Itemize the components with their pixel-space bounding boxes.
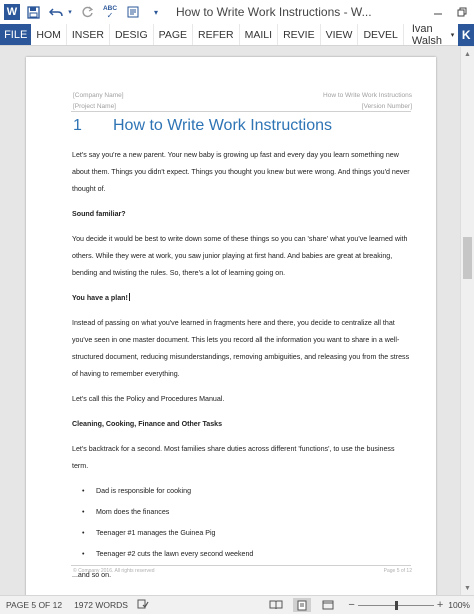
header-doc-title: How to Write Work Instructions: [323, 92, 412, 99]
status-bar: PAGE 5 OF 12 1972 WORDS − + 100%: [0, 595, 474, 614]
web-layout-icon[interactable]: [319, 598, 337, 612]
heading-1: 1 How to Write Work Instructions: [73, 117, 332, 135]
word-count[interactable]: 1972 WORDS: [68, 600, 134, 610]
restore-icon[interactable]: [450, 0, 474, 24]
zoom-percentage[interactable]: 100%: [446, 600, 474, 610]
document-workspace: [Company Name] [Project Name] How to Wri…: [0, 47, 460, 595]
footer-divider: [71, 565, 411, 566]
minimize-icon[interactable]: [426, 0, 450, 24]
zoom-control: − + 100%: [345, 599, 474, 611]
quick-access-toolbar: W ▾ ABC ✓ ▾: [0, 0, 166, 24]
footer-copyright: © Company 2016. All rights reserved: [73, 568, 155, 574]
list-item: Mom does the finances: [72, 504, 412, 521]
tab-references[interactable]: REFER: [193, 24, 240, 45]
scroll-up-icon[interactable]: ▲: [461, 48, 474, 60]
list-item: Teenager #2 cuts the lawn every second w…: [72, 546, 412, 563]
tab-mailings[interactable]: MAILI: [240, 24, 279, 45]
app-badge-icon[interactable]: K: [458, 24, 474, 46]
user-account[interactable]: Ivan Walsh ▾: [408, 22, 458, 47]
word-window: W ▾ ABC ✓ ▾ How to Write Work Instruction…: [0, 0, 474, 614]
vertical-scrollbar[interactable]: ▲ ▼: [460, 47, 474, 595]
subheading: Sound familiar?: [72, 210, 126, 218]
heading-text: How to Write Work Instructions: [113, 117, 333, 134]
tab-developer[interactable]: DEVEL: [358, 24, 404, 45]
subheading: You have a plan!: [72, 290, 412, 307]
read-mode-icon[interactable]: [267, 598, 285, 612]
tab-review[interactable]: REVIE: [278, 24, 321, 45]
bullet-list: Dad is responsible for cooking Mom does …: [72, 483, 412, 563]
tab-home[interactable]: HOM: [31, 24, 67, 45]
window-title: How to Write Work Instructions - W...: [176, 5, 372, 19]
subheading: Cleaning, Cooking, Finance and Other Tas…: [72, 420, 223, 428]
ribbon-tabs: FILE HOM INSER DESIG PAGE REFER MAILI RE…: [0, 22, 474, 47]
user-name: Ivan Walsh: [411, 22, 443, 47]
tab-file[interactable]: FILE: [0, 24, 32, 45]
tab-view[interactable]: VIEW: [321, 24, 359, 45]
tab-design[interactable]: DESIG: [110, 24, 154, 45]
header-divider: [71, 111, 411, 112]
scrollbar-thumb[interactable]: [463, 237, 472, 279]
print-layout-icon[interactable]: [293, 598, 312, 612]
format-icon[interactable]: [123, 2, 143, 22]
tab-page-layout[interactable]: PAGE: [154, 24, 194, 45]
redo-icon[interactable]: [77, 2, 97, 22]
title-bar: W ▾ ABC ✓ ▾ How to Write Work Instruction…: [0, 0, 474, 24]
document-page[interactable]: [Company Name] [Project Name] How to Wri…: [26, 57, 436, 595]
save-icon[interactable]: [23, 2, 43, 22]
subheading-text: You have a plan!: [72, 294, 128, 302]
undo-icon[interactable]: [46, 2, 66, 22]
scroll-down-icon[interactable]: ▼: [461, 582, 474, 594]
customize-quick-access-icon[interactable]: ▾: [146, 2, 166, 22]
paragraph: Let's say you're a new parent. Your new …: [72, 151, 410, 193]
heading-number: 1: [73, 117, 82, 134]
list-item: Dad is responsible for cooking: [72, 483, 412, 500]
text-cursor: [128, 293, 130, 301]
paragraph: Instead of passing on what you've learne…: [72, 319, 410, 378]
paragraph: Let's backtrack for a second. Most famil…: [72, 445, 395, 470]
zoom-slider-knob[interactable]: [394, 600, 398, 610]
header-company: [Company Name]: [73, 92, 124, 99]
view-buttons: [267, 598, 345, 612]
undo-dropdown-icon[interactable]: ▾: [66, 2, 74, 22]
spelling-icon[interactable]: ABC ✓: [100, 2, 120, 22]
zoom-slider[interactable]: [357, 600, 434, 611]
tab-insert[interactable]: INSER: [67, 24, 110, 45]
list-item: Teenager #1 manages the Guinea Pig: [72, 525, 412, 542]
header-version: [Version Number]: [361, 103, 412, 110]
chevron-down-icon: ▾: [450, 31, 455, 39]
word-app-icon[interactable]: W: [4, 4, 20, 20]
document-body: Let's say you're a new parent. Your new …: [72, 147, 412, 592]
header-project: [Project Name]: [73, 103, 116, 110]
zoom-out-button[interactable]: −: [345, 599, 357, 611]
page-indicator[interactable]: PAGE 5 OF 12: [0, 600, 68, 610]
paragraph: Let's call this the Policy and Procedure…: [72, 395, 225, 403]
proofing-icon[interactable]: [134, 599, 152, 611]
zoom-in-button[interactable]: +: [434, 599, 446, 611]
paragraph: You decide it would be best to write dow…: [72, 235, 408, 277]
window-controls: [426, 0, 474, 24]
footer-page-number: Page 5 of 12: [383, 568, 412, 574]
